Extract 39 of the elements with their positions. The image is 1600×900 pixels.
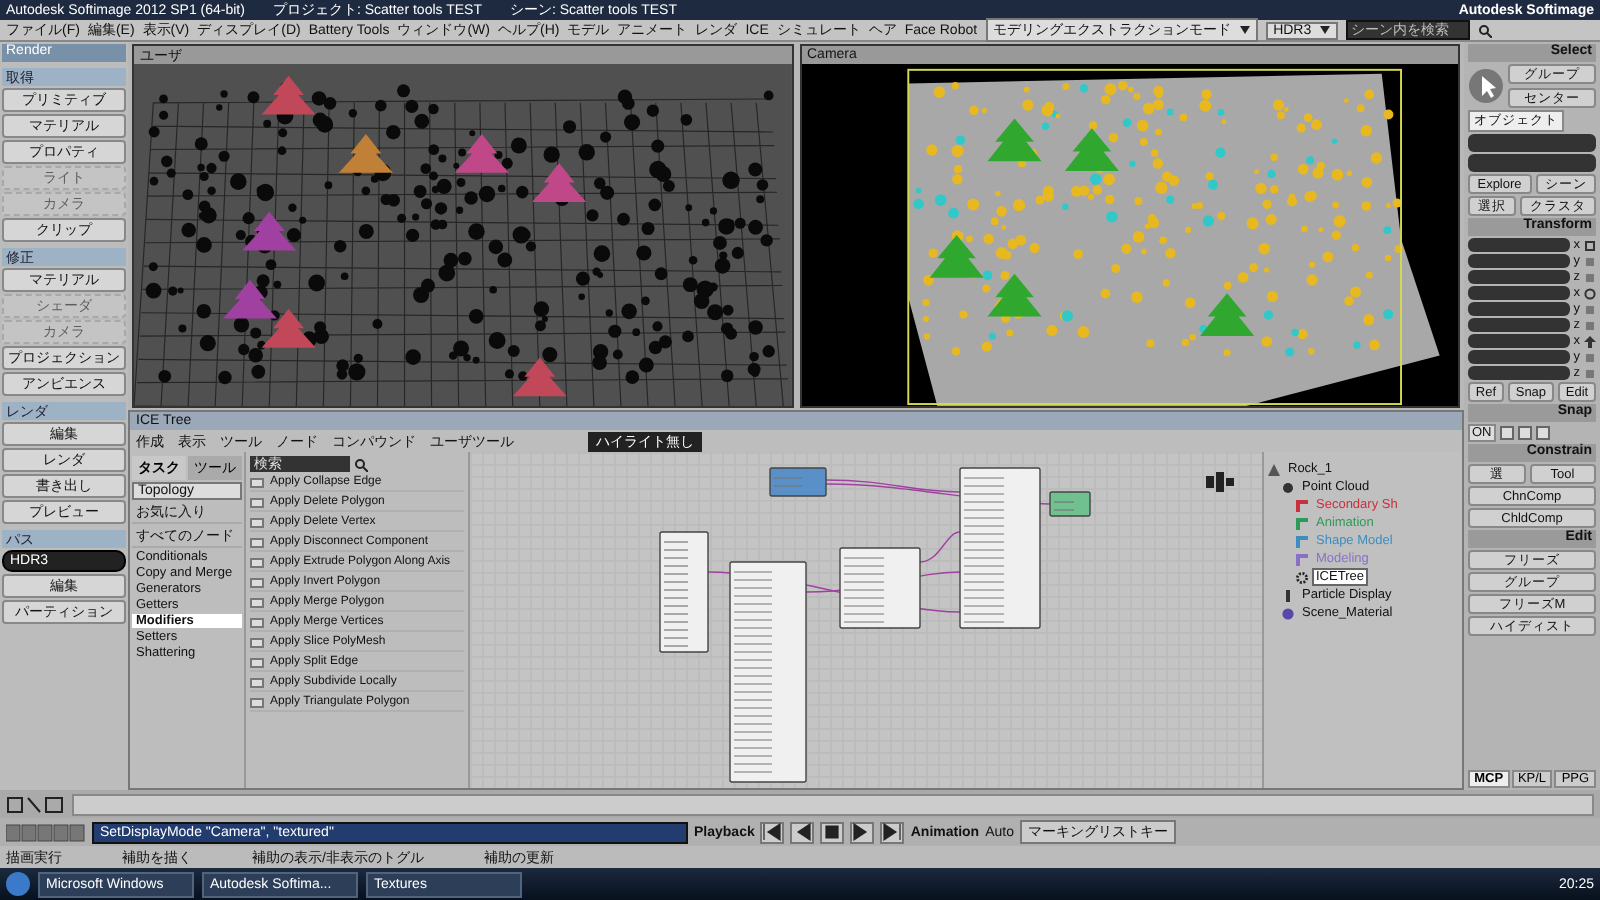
value-field[interactable] [1468, 350, 1570, 364]
caret-icon [1239, 26, 1250, 34]
arrow-cursor-icon [1468, 68, 1504, 104]
search-icon [354, 457, 368, 471]
model-icon [1268, 463, 1280, 475]
timeline-tools-icon [6, 795, 66, 813]
ice-node [769, 467, 827, 497]
value-field[interactable] [1468, 286, 1570, 300]
search-icon [1477, 23, 1492, 37]
caret-icon [1319, 26, 1330, 34]
connection-line [919, 531, 961, 563]
marker-icon [1296, 553, 1308, 565]
play-back-icon[interactable] [790, 821, 815, 843]
value-field[interactable] [1468, 366, 1570, 380]
marker-icon [1296, 535, 1308, 547]
scale-icon [1584, 239, 1596, 251]
value-field[interactable] [1468, 270, 1570, 284]
play-icon[interactable] [850, 821, 875, 843]
value-field[interactable] [1468, 318, 1570, 332]
gear-icon [1296, 571, 1308, 583]
skip-forward-icon[interactable] [880, 821, 905, 843]
ice-node [659, 531, 709, 653]
stop-icon[interactable] [820, 821, 845, 843]
rotate-icon [1584, 287, 1596, 299]
marker-icon [1296, 499, 1308, 511]
value-field[interactable] [1468, 254, 1570, 268]
translate-icon [1584, 335, 1596, 347]
start-button[interactable] [6, 872, 30, 896]
ice-node [1049, 491, 1091, 517]
value-field[interactable] [1468, 238, 1570, 252]
marker-icon [1296, 517, 1308, 529]
text-field[interactable] [1468, 134, 1596, 152]
sphere-icon [1282, 607, 1294, 619]
ice-node [839, 547, 921, 629]
value-field[interactable] [1468, 334, 1570, 348]
object-icon [1282, 481, 1294, 493]
text-field[interactable] [1468, 154, 1596, 172]
skip-back-icon[interactable] [760, 821, 785, 843]
value-field[interactable] [1468, 302, 1570, 316]
